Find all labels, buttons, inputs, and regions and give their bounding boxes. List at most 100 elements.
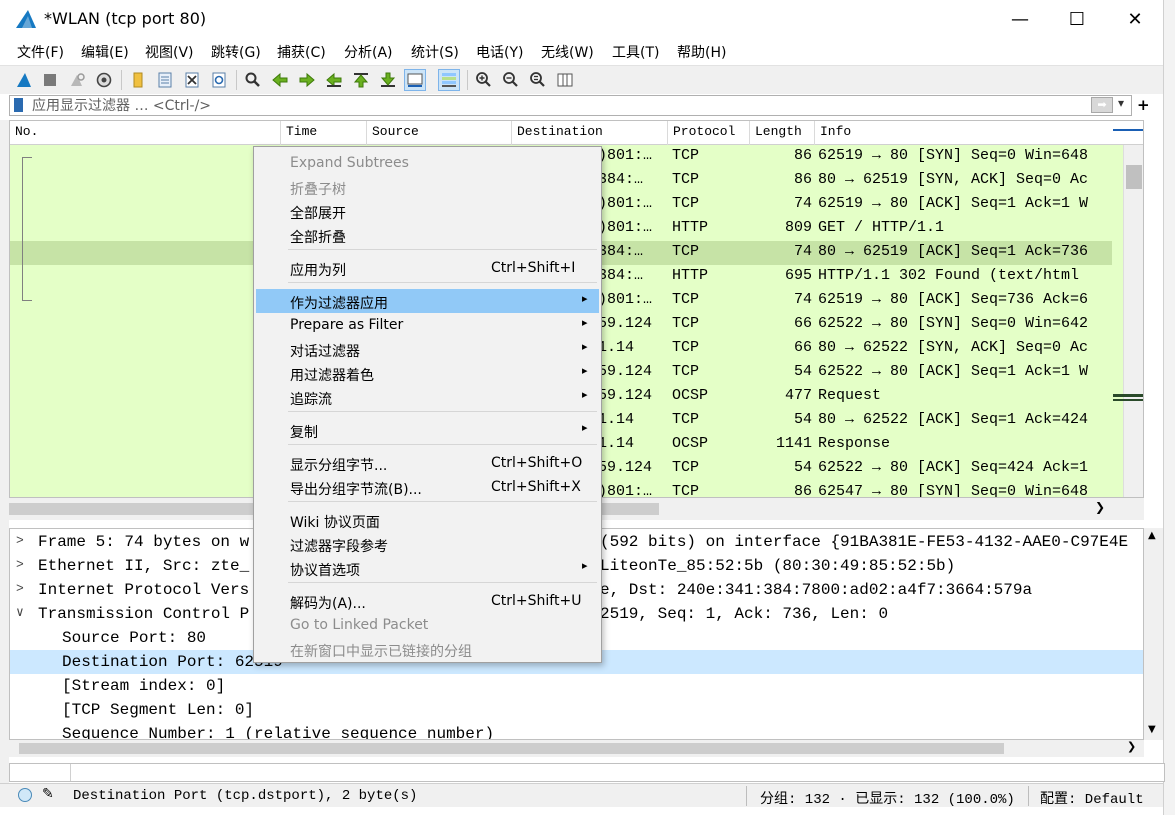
packet-protocol: TCP (672, 411, 700, 428)
menu-analyze[interactable]: 分析(A) (344, 42, 393, 62)
packet-protocol: TCP (672, 315, 700, 332)
restart-capture-icon[interactable] (66, 69, 88, 91)
go-to-packet-icon[interactable] (323, 69, 345, 91)
start-capture-icon[interactable] (13, 69, 35, 91)
packet-list-vscroll[interactable] (1113, 145, 1143, 497)
context-menu-item[interactable]: 协议首选项 ▸ (256, 556, 599, 580)
minimize-button[interactable]: — (997, 0, 1043, 38)
reload-file-icon[interactable] (208, 69, 230, 91)
expand-arrow-icon[interactable]: > (16, 581, 24, 596)
colorize-icon[interactable] (438, 69, 460, 91)
apply-filter-button[interactable]: ➡ (1091, 97, 1113, 113)
context-menu-item[interactable]: 过滤器字段参考 (256, 532, 599, 556)
expand-arrow-icon[interactable]: > (16, 557, 24, 572)
menu-edit[interactable]: 编辑(E) (81, 42, 129, 62)
column-no[interactable]: No. (15, 124, 38, 139)
autoscroll-icon[interactable] (404, 69, 426, 91)
menu-help[interactable]: 帮助(H) (677, 42, 726, 62)
menu-view[interactable]: 视图(V) (145, 42, 194, 62)
menu-file[interactable]: 文件(F) (17, 42, 64, 62)
menu-tools[interactable]: 工具(T) (612, 42, 659, 62)
bookmark-icon[interactable] (14, 98, 23, 112)
packet-protocol: TCP (672, 459, 700, 476)
details-vscroll[interactable]: ▲ ▼ (1144, 528, 1163, 740)
stop-capture-icon[interactable] (39, 69, 61, 91)
collapse-arrow-icon[interactable]: ∨ (16, 605, 24, 620)
go-forward-icon[interactable] (296, 69, 318, 91)
context-menu-item[interactable]: 复制 ▸ (256, 418, 599, 442)
capture-options-icon[interactable] (93, 69, 115, 91)
context-menu-item[interactable]: Go to Linked Packet (256, 613, 599, 637)
status-field-text: Destination Port (tcp.dstport), 2 byte(s… (73, 788, 418, 804)
context-menu-item[interactable]: Wiki 协议页面 (256, 508, 599, 532)
context-menu-item[interactable]: 全部展开 (256, 199, 599, 223)
details-hscroll[interactable]: ❯ (9, 740, 1144, 757)
column-destination[interactable]: Destination (517, 124, 603, 139)
context-menu-item[interactable]: 显示分组字节... Ctrl+Shift+O (256, 451, 599, 475)
context-menu-item[interactable]: 对话过滤器 ▸ (256, 337, 599, 361)
context-menu-item[interactable]: 折叠子树 (256, 175, 599, 199)
column-protocol[interactable]: Protocol (673, 124, 735, 139)
context-menu-item[interactable]: 在新窗口中显示已链接的分组 (256, 637, 599, 661)
context-menu-item[interactable]: 全部折叠 (256, 223, 599, 247)
column-time[interactable]: Time (286, 124, 317, 139)
edit-comment-icon[interactable]: ✎ (42, 786, 54, 802)
detail-row[interactable]: [Stream index: 0] (10, 674, 1143, 698)
menu-capture[interactable]: 捕获(C) (277, 42, 326, 62)
expand-arrow-icon[interactable]: > (16, 533, 24, 548)
context-menu-item[interactable]: 解码为(A)... Ctrl+Shift+U (256, 589, 599, 613)
context-menu-item[interactable]: 应用为列 Ctrl+Shift+I (256, 256, 599, 280)
display-filter-input[interactable] (32, 97, 1082, 114)
column-source[interactable]: Source (372, 124, 419, 139)
menu-wireless[interactable]: 无线(W) (541, 42, 594, 62)
status-profile[interactable]: 配置: Default (1040, 788, 1144, 808)
context-menu-item[interactable]: 作为过滤器应用 ▸ (256, 289, 599, 313)
scroll-down-icon[interactable]: ▼ (1148, 724, 1156, 735)
scroll-right-icon[interactable]: ❯ (1127, 740, 1136, 753)
zoom-in-icon[interactable] (473, 69, 495, 91)
detail-row[interactable]: [TCP Segment Len: 0] (10, 698, 1143, 722)
packet-protocol: TCP (672, 339, 700, 356)
context-menu-item[interactable]: 导出分组字节流(B)... Ctrl+Shift+X (256, 475, 599, 499)
menu-item-label: 作为过滤器应用 (290, 296, 388, 312)
context-menu-item[interactable]: 用过滤器着色 ▸ (256, 361, 599, 385)
go-last-icon[interactable] (377, 69, 399, 91)
add-filter-button[interactable]: + (1137, 96, 1150, 114)
packet-length: 66 (793, 339, 812, 356)
menu-go[interactable]: 跳转(G) (211, 42, 261, 62)
menu-statistics[interactable]: 统计(S) (411, 42, 459, 62)
conversation-line (22, 157, 23, 301)
save-file-icon[interactable] (154, 69, 176, 91)
conversation-line-bottom (22, 300, 32, 301)
column-length[interactable]: Length (755, 124, 802, 139)
go-first-icon[interactable] (350, 69, 372, 91)
packet-length: 477 (784, 387, 812, 404)
context-menu-item[interactable]: 追踪流 ▸ (256, 385, 599, 409)
open-file-icon[interactable] (127, 69, 149, 91)
filter-history-dropdown[interactable]: ▾ (1118, 96, 1124, 110)
resize-columns-icon[interactable] (554, 69, 576, 91)
packet-length: 74 (793, 195, 812, 212)
menu-telephony[interactable]: 电话(Y) (476, 42, 523, 62)
scroll-right-icon[interactable]: ❯ (1095, 500, 1105, 514)
scroll-up-icon[interactable]: ▲ (1148, 530, 1156, 541)
find-packet-icon[interactable] (242, 69, 264, 91)
zoom-out-icon[interactable] (500, 69, 522, 91)
zoom-normal-icon[interactable] (527, 69, 549, 91)
column-info[interactable]: Info (820, 124, 851, 139)
details-hscroll-thumb[interactable] (19, 743, 1004, 754)
go-back-icon[interactable] (269, 69, 291, 91)
detail-row[interactable]: Sequence Number: 1 (relative sequence nu… (10, 722, 1143, 739)
maximize-button[interactable]: ☐ (1054, 0, 1100, 38)
vscroll-thumb[interactable] (1126, 165, 1142, 189)
context-menu-item[interactable]: Prepare as Filter ▸ (256, 313, 599, 337)
vscroll-track[interactable] (1123, 145, 1143, 497)
close-button[interactable]: ✕ (1112, 0, 1158, 38)
close-file-icon[interactable] (181, 69, 203, 91)
menu-item-label: 复制 (290, 425, 318, 441)
conversation-line-top (22, 157, 32, 158)
expert-info-icon[interactable] (18, 788, 32, 802)
packet-length: 86 (793, 483, 812, 498)
packet-protocol: TCP (672, 243, 700, 260)
context-menu-item[interactable]: Expand Subtrees (256, 151, 599, 175)
